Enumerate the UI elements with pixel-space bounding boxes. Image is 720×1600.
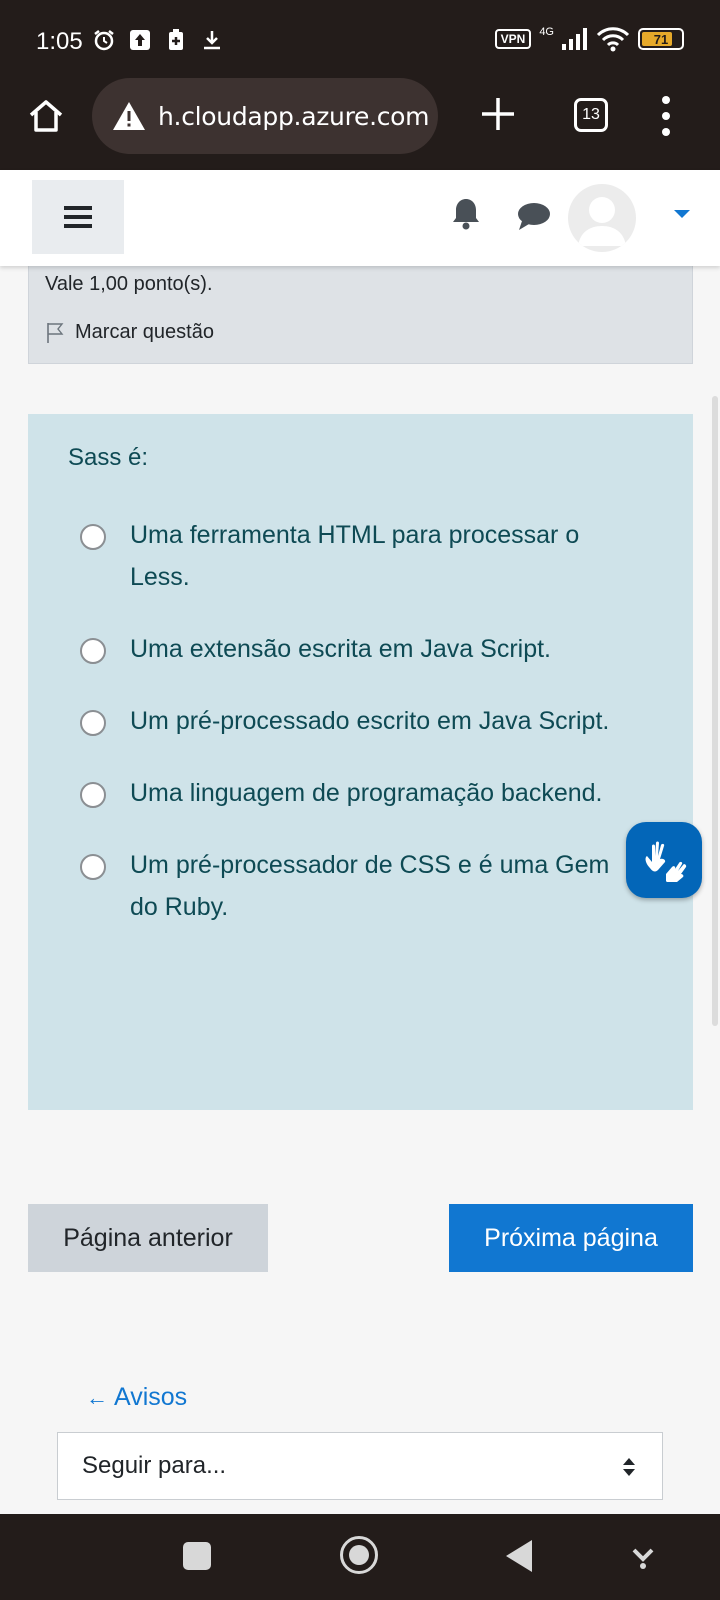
flag-question-toggle[interactable]: Marcar questão [45,321,214,344]
flag-label: Marcar questão [75,321,214,343]
tab-switcher-button[interactable]: 13 [574,98,608,132]
jump-to-select[interactable]: Seguir para... [57,1432,663,1500]
answer-option[interactable]: Uma ferramenta HTML para processar o Les… [80,514,640,598]
question-points: Vale 1,00 ponto(s). [45,273,213,295]
answer-label[interactable]: Uma ferramenta HTML para processar o Les… [130,514,640,598]
site-navbar [0,170,720,266]
vpn-badge: VPN [494,29,532,49]
user-menu-caret-icon[interactable] [674,210,690,218]
back-triangle-icon[interactable] [506,1540,532,1572]
battery-icon: 71 [638,28,684,50]
network-type: 4G [539,26,554,38]
hamburger-icon [64,206,92,228]
tab-count: 13 [582,106,600,123]
status-notifications [92,28,224,52]
answer-radio[interactable] [80,854,106,880]
answer-option[interactable]: Uma extensão escrita em Java Script. [80,628,640,670]
previous-activity-label[interactable]: Avisos [114,1383,187,1412]
system-navigation-bar [0,1514,720,1600]
answer-option[interactable]: Uma linguagem de programação backend. [80,772,640,814]
status-bar: 1:05 VPN 4G 71 [0,0,720,78]
answer-option[interactable]: Um pré-processador de CSS e é uma Gem do… [80,844,640,928]
address-bar[interactable]: h.cloudapp.azure.com [92,78,438,154]
answer-radio[interactable] [80,524,106,550]
status-time: 1:05 [36,28,83,55]
previous-page-button[interactable]: Página anterior [28,1204,268,1272]
download-icon [204,31,220,50]
warning-icon[interactable] [112,101,146,131]
answer-option[interactable]: Um pré-processado escrito em Java Script… [80,700,640,742]
jump-to-value: Seguir para... [82,1452,227,1479]
answer-radio[interactable] [80,710,106,736]
new-tab-icon[interactable] [478,94,518,134]
question-content: Sass é: Uma ferramenta HTML para process… [28,414,693,1110]
question-text: Sass é: [68,444,149,471]
answer-label[interactable]: Uma linguagem de programação backend. [130,772,603,814]
answer-label[interactable]: Um pré-processado escrito em Java Script… [130,700,609,742]
battery-level: 71 [653,31,669,47]
browser-menu-icon[interactable] [656,96,676,136]
previous-activity-link[interactable]: ← Avisos [86,1383,187,1412]
answer-radio[interactable] [80,638,106,664]
signal-icon [562,28,587,50]
question-info-box: Vale 1,00 ponto(s). Marcar questão [28,258,693,364]
next-page-button[interactable]: Próxima página [449,1204,693,1272]
answer-radio[interactable] [80,782,106,808]
hide-keyboard-icon[interactable] [630,1544,656,1570]
answer-label[interactable]: Uma extensão escrita em Java Script. [130,628,551,670]
status-system-icons: VPN 4G 71 [494,26,684,52]
upload-icon [130,30,150,50]
page-scrollbar[interactable] [712,396,718,1026]
messages-chat-icon[interactable] [516,200,552,232]
hamburger-menu-button[interactable] [32,180,124,254]
recent-apps-icon[interactable] [183,1542,211,1570]
url-text[interactable]: h.cloudapp.azure.com [158,102,430,131]
wifi-icon [596,27,630,52]
alarm-icon [94,30,114,51]
browser-toolbar: h.cloudapp.azure.com 13 [0,78,720,170]
sign-language-hands-icon [645,841,687,882]
notifications-bell-icon[interactable] [448,196,484,232]
select-arrows-icon [623,1458,635,1476]
home-circle-icon[interactable] [340,1536,378,1574]
left-arrow-icon: ← [86,1384,108,1410]
flag-icon [47,322,64,343]
sign-language-accessibility-button[interactable] [626,822,702,898]
user-avatar[interactable] [568,184,636,252]
answer-list: Uma ferramenta HTML para processar o Les… [80,514,640,958]
battery-saver-icon [169,29,183,50]
answer-label[interactable]: Um pré-processador de CSS e é uma Gem do… [130,844,640,928]
home-icon[interactable] [26,96,66,136]
